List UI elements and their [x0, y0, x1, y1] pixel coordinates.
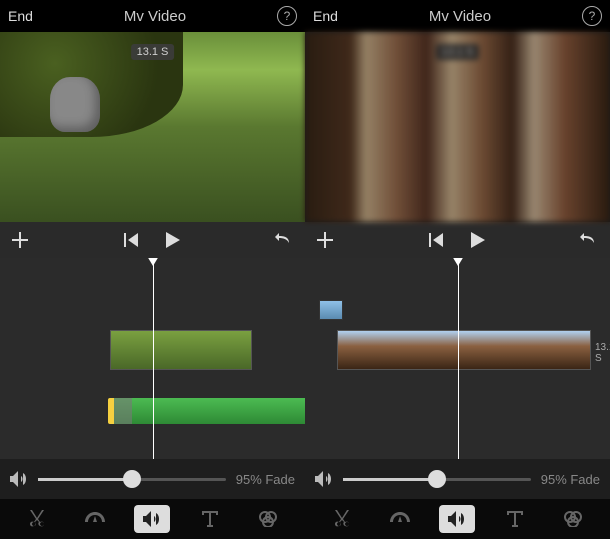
- fade-label: 95% Fade: [236, 472, 295, 487]
- add-icon[interactable]: [317, 232, 333, 248]
- volume-bar: 95% Fade: [0, 459, 305, 499]
- filter-tool[interactable]: [250, 505, 286, 533]
- cut-tool[interactable]: [324, 505, 360, 533]
- project-title: Mv Video: [124, 8, 186, 25]
- video-clip[interactable]: [337, 330, 591, 370]
- skip-back-icon[interactable]: [124, 233, 138, 247]
- volume-slider[interactable]: [343, 478, 531, 481]
- editor-pane-left: End Mv Video ? 13.1 S 95% Fade: [0, 0, 305, 539]
- slider-knob[interactable]: [123, 470, 141, 488]
- playback-controls: [0, 222, 305, 258]
- playback-controls: [305, 222, 610, 258]
- audio-tool[interactable]: [134, 505, 170, 533]
- add-icon[interactable]: [12, 232, 28, 248]
- timecode-badge: 13.1 S: [436, 44, 480, 60]
- timeline[interactable]: 13.1 S: [305, 258, 610, 459]
- speaker-icon: [10, 471, 28, 487]
- speed-tool[interactable]: [77, 505, 113, 533]
- top-bar: End Mv Video ?: [0, 0, 305, 32]
- skip-back-icon[interactable]: [429, 233, 443, 247]
- help-icon[interactable]: ?: [582, 6, 602, 26]
- undo-icon[interactable]: [580, 233, 598, 247]
- video-preview[interactable]: 13.1 S: [0, 32, 305, 222]
- play-icon[interactable]: [166, 232, 180, 248]
- text-tool[interactable]: [192, 505, 228, 533]
- video-clip[interactable]: [110, 330, 252, 370]
- slider-knob[interactable]: [428, 470, 446, 488]
- project-title: Mv Video: [429, 8, 491, 25]
- volume-bar: 95% Fade: [305, 459, 610, 499]
- back-button[interactable]: End: [313, 8, 338, 24]
- tool-bar: [0, 499, 305, 539]
- speed-tool[interactable]: [382, 505, 418, 533]
- overlay-clip[interactable]: [319, 300, 343, 320]
- tool-bar: [305, 499, 610, 539]
- video-preview[interactable]: 13.1 S: [305, 32, 610, 222]
- volume-slider[interactable]: [38, 478, 226, 481]
- playhead[interactable]: [153, 258, 154, 459]
- text-tool[interactable]: [497, 505, 533, 533]
- play-icon[interactable]: [471, 232, 485, 248]
- editor-pane-right: End Mv Video ? 13.1 S 13.1 S 95% Fade: [305, 0, 610, 539]
- top-bar: End Mv Video ?: [305, 0, 610, 32]
- undo-icon[interactable]: [275, 233, 293, 247]
- back-button[interactable]: End: [8, 8, 33, 24]
- cut-tool[interactable]: [19, 505, 55, 533]
- audio-clip[interactable]: [108, 398, 305, 424]
- playhead[interactable]: [458, 258, 459, 459]
- fade-label: 95% Fade: [541, 472, 600, 487]
- speaker-icon: [315, 471, 333, 487]
- filter-tool[interactable]: [555, 505, 591, 533]
- timeline[interactable]: [0, 258, 305, 459]
- help-icon[interactable]: ?: [277, 6, 297, 26]
- timecode-badge: 13.1 S: [131, 44, 175, 60]
- clip-duration-label: 13.1 S: [595, 342, 610, 364]
- audio-tool[interactable]: [439, 505, 475, 533]
- overlay-track[interactable]: [319, 300, 343, 322]
